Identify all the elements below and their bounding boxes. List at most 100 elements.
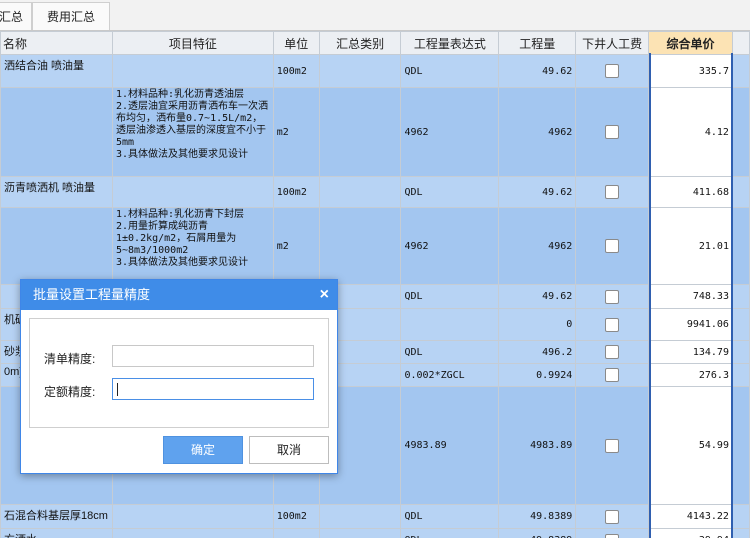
cell-qty[interactable]: 0.9924 — [498, 363, 577, 387]
cell-expr[interactable]: QDL — [400, 340, 500, 364]
tab-fee-summary[interactable]: 费用汇总 — [32, 2, 110, 30]
labor-checkbox[interactable] — [605, 64, 620, 78]
quota-precision-input[interactable] — [112, 378, 314, 400]
cell-qty[interactable]: 49.8389 — [498, 528, 577, 538]
cell-category[interactable] — [318, 54, 402, 88]
labor-checkbox[interactable] — [605, 289, 620, 304]
cell-price[interactable]: 39.94 — [648, 528, 733, 538]
cell-labor[interactable] — [575, 363, 650, 387]
cell-category[interactable] — [318, 504, 402, 529]
col-header-name[interactable]: 名称 — [0, 31, 113, 55]
cell-qty[interactable]: 496.2 — [498, 340, 577, 364]
cell-expr[interactable] — [400, 308, 500, 341]
col-header-labor[interactable]: 下井人工费 — [575, 31, 650, 55]
labor-checkbox[interactable] — [605, 509, 620, 524]
cancel-button[interactable]: 取消 — [249, 436, 329, 464]
cell-labor[interactable] — [575, 87, 650, 177]
cell-name[interactable]: 方洒水 — [0, 528, 113, 538]
cell-price[interactable]: 748.33 — [648, 284, 733, 309]
cell-qty[interactable]: 49.62 — [498, 54, 577, 88]
cell-expr[interactable]: 0.002*ZGCL — [400, 363, 500, 387]
cell-qty[interactable]: 49.8389 — [498, 504, 577, 529]
cell-expr[interactable]: 4983.89 — [400, 386, 500, 505]
cell-name[interactable]: 洒结合油 喷油量 — [0, 54, 113, 88]
cell-price[interactable]: 9941.06 — [648, 308, 733, 341]
ok-button[interactable]: 确定 — [163, 436, 243, 464]
table-row[interactable]: 1.材料品种:乳化沥青下封层 2.用量折算成纯沥青1±0.2kg/m2，石屑用量… — [0, 207, 750, 285]
tab-summary[interactable]: 汇总 — [0, 2, 32, 30]
cell-labor[interactable] — [575, 207, 650, 285]
cell-feature[interactable] — [111, 176, 274, 208]
cell-qty[interactable]: 49.62 — [498, 284, 577, 309]
cell-expr[interactable]: 4962 — [400, 87, 500, 177]
table-row[interactable]: 1.材料品种:乳化沥青透油层 2.透层油宜采用沥青洒布车一次洒布均匀，洒布量0.… — [0, 87, 750, 177]
labor-checkbox[interactable] — [605, 533, 620, 538]
col-header-feature[interactable]: 项目特征 — [111, 31, 274, 55]
col-header-category[interactable]: 汇总类别 — [318, 31, 402, 55]
cell-name[interactable]: 沥青喷洒机 喷油量 — [0, 176, 113, 208]
cell-qty[interactable]: 4983.89 — [498, 386, 577, 505]
col-header-price[interactable]: 综合单价 — [648, 31, 733, 55]
col-header-unit[interactable]: 单位 — [272, 31, 320, 55]
cell-price[interactable]: 21.01 — [648, 207, 733, 285]
cell-unit[interactable]: 100m2 — [272, 176, 320, 208]
labor-checkbox[interactable] — [605, 317, 620, 332]
labor-checkbox[interactable] — [605, 345, 620, 359]
cell-expr[interactable]: QDL — [400, 284, 500, 309]
cell-name[interactable]: 石混合料基层厚18cm — [0, 504, 113, 529]
cell-expr[interactable]: 4962 — [400, 207, 500, 285]
cell-expr[interactable]: QDL — [400, 54, 500, 88]
cell-feature[interactable] — [111, 528, 274, 538]
cell-expr[interactable]: QDL — [400, 504, 500, 529]
cell-qty[interactable]: 4962 — [498, 87, 577, 177]
cell-labor[interactable] — [575, 340, 650, 364]
cell-category[interactable] — [318, 176, 402, 208]
cell-labor[interactable] — [575, 284, 650, 309]
cell-unit[interactable]: m2 — [272, 87, 320, 177]
labor-checkbox[interactable] — [605, 185, 620, 199]
cell-unit[interactable]: 100m2 — [272, 504, 320, 529]
cell-expr[interactable]: QDL — [400, 176, 500, 208]
cell-feature[interactable] — [111, 54, 274, 88]
labor-checkbox[interactable] — [605, 125, 620, 139]
close-icon[interactable]: × — [320, 280, 329, 310]
cell-price[interactable]: 4.12 — [648, 87, 733, 177]
cell-price[interactable]: 54.99 — [648, 386, 733, 505]
cell-price[interactable]: 335.7 — [648, 54, 733, 88]
cell-feature[interactable] — [111, 504, 274, 529]
cell-feature[interactable]: 1.材料品种:乳化沥青透油层 2.透层油宜采用沥青洒布车一次洒布均匀，洒布量0.… — [111, 87, 274, 177]
cell-category[interactable] — [318, 528, 402, 538]
cell-name[interactable] — [0, 207, 113, 285]
cell-labor[interactable] — [575, 54, 650, 88]
cell-qty[interactable]: 4962 — [498, 207, 577, 285]
table-row[interactable]: 沥青喷洒机 喷油量 100m2 QDL 49.62 411.68 — [0, 176, 750, 208]
cell-feature[interactable]: 1.材料品种:乳化沥青下封层 2.用量折算成纯沥青1±0.2kg/m2，石屑用量… — [111, 207, 274, 285]
cell-labor[interactable] — [575, 308, 650, 341]
cell-qty[interactable]: 0 — [498, 308, 577, 341]
table-row[interactable]: 洒结合油 喷油量 100m2 QDL 49.62 335.7 — [0, 54, 750, 88]
col-header-expr[interactable]: 工程量表达式 — [400, 31, 500, 55]
labor-checkbox[interactable] — [605, 438, 620, 453]
table-row[interactable]: 石混合料基层厚18cm 100m2 QDL 49.8389 4143.22 — [0, 504, 750, 529]
list-precision-input[interactable] — [112, 345, 314, 367]
cell-price[interactable]: 4143.22 — [648, 504, 733, 529]
cell-price[interactable]: 134.79 — [648, 340, 733, 364]
cell-price[interactable]: 411.68 — [648, 176, 733, 208]
cell-labor[interactable] — [575, 504, 650, 529]
cell-qty[interactable]: 49.62 — [498, 176, 577, 208]
table-row[interactable]: 方洒水 QDL49.8389 39.94 — [0, 528, 750, 538]
cell-unit[interactable]: m2 — [272, 207, 320, 285]
labor-checkbox[interactable] — [605, 368, 620, 382]
cell-labor[interactable] — [575, 528, 650, 538]
cell-labor[interactable] — [575, 176, 650, 208]
cell-unit[interactable]: 100m2 — [272, 54, 320, 88]
cell-category[interactable] — [318, 87, 402, 177]
cell-price[interactable]: 276.3 — [648, 363, 733, 387]
cell-labor[interactable] — [575, 386, 650, 505]
cell-name[interactable] — [0, 87, 113, 177]
col-header-qty[interactable]: 工程量 — [498, 31, 577, 55]
cell-unit[interactable] — [272, 528, 320, 538]
cell-expr[interactable]: QDL — [400, 528, 500, 538]
cell-category[interactable] — [318, 207, 402, 285]
labor-checkbox[interactable] — [605, 239, 620, 253]
